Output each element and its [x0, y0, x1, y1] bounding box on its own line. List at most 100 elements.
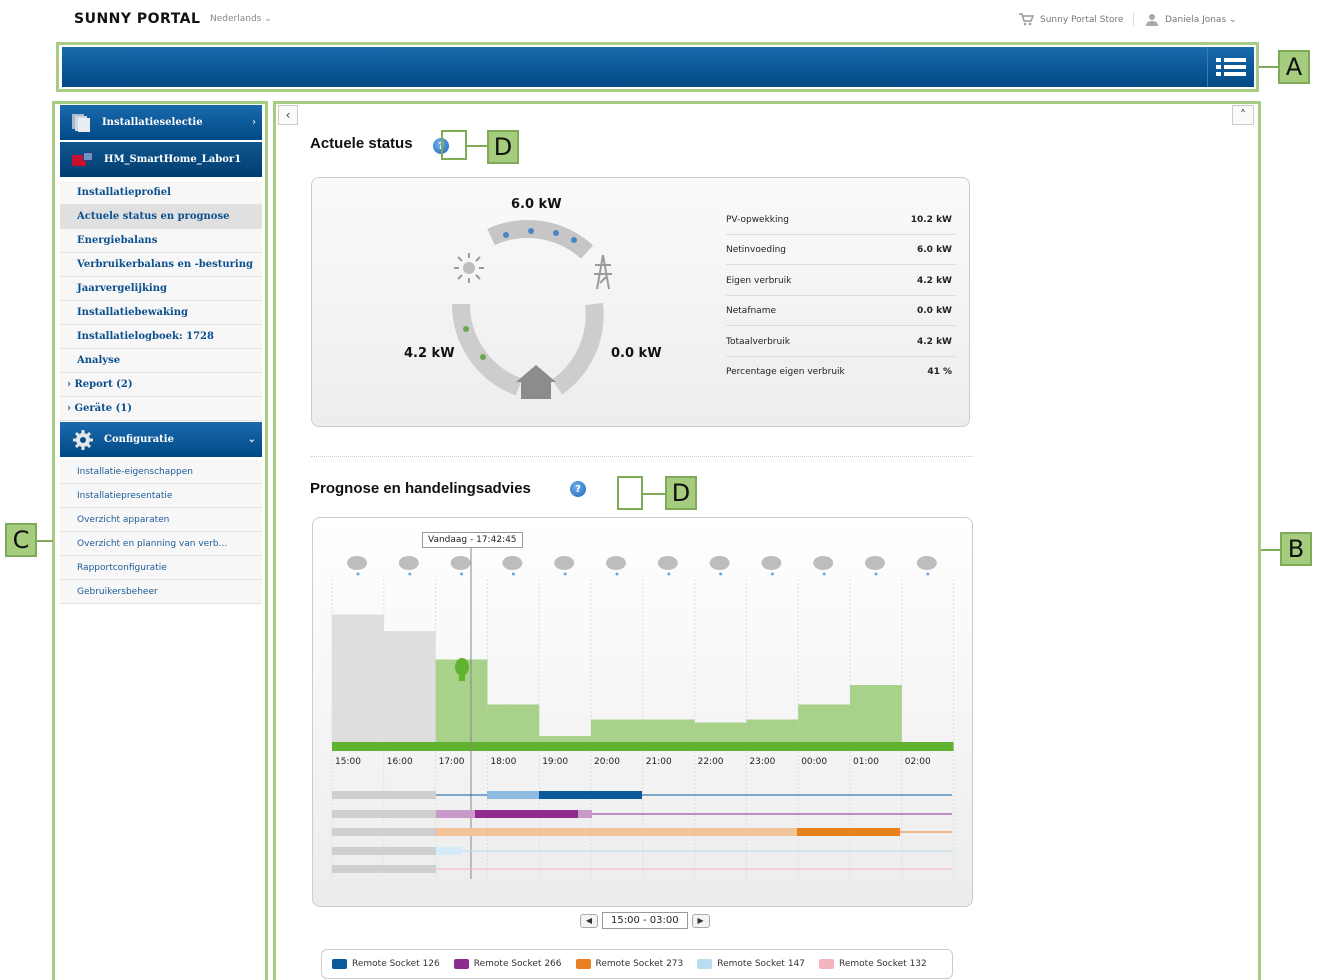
- cfg-installation-properties[interactable]: Installatie-eigenschappen: [60, 460, 262, 484]
- time-tick-label: 22:00: [698, 757, 724, 767]
- nav-devices[interactable]: › Geräte (1): [60, 397, 262, 421]
- legend-item: Remote Socket 273: [575, 959, 684, 969]
- forecast-chart: 15:00 16:00 17:00 18:00 19:00 20:00 21:00 22:00…: [331, 547, 955, 879]
- scroll-up-button[interactable]: ˄: [1232, 105, 1254, 125]
- previous-range-button[interactable]: ◀: [580, 913, 598, 928]
- menu-button[interactable]: [1207, 47, 1254, 87]
- rain-drop: [615, 572, 619, 576]
- forecast-bar: [383, 631, 436, 742]
- nav-consumer-balance[interactable]: Verbruikerbalans en -besturing: [60, 253, 262, 277]
- status-row: Percentage eigen verbruik 41 %: [726, 357, 956, 387]
- connector: [1261, 549, 1281, 551]
- device-run-bar: [797, 828, 900, 836]
- cfg-device-overview[interactable]: Overzicht apparaten: [60, 508, 262, 532]
- status-value: 41 %: [927, 367, 952, 377]
- legend-label: Remote Socket 132: [839, 959, 927, 969]
- cfg-installation-presentation[interactable]: Installatiepresentatie: [60, 484, 262, 508]
- store-label: Sunny Portal Store: [1040, 14, 1124, 25]
- nav-current-status[interactable]: Actuele status en prognose: [60, 205, 262, 229]
- rain-drop: [770, 572, 774, 576]
- store-link[interactable]: Sunny Portal Store: [1018, 13, 1124, 26]
- gear-icon: [73, 429, 93, 450]
- lightbulb-icon: [455, 658, 469, 676]
- nav-logbook[interactable]: Installatielogboek: 1728: [60, 325, 262, 349]
- user-name: Daniela Jonas ⌄: [1165, 14, 1237, 25]
- installation-select-header[interactable]: Installatieselectie ›: [60, 105, 262, 140]
- status-value: 10.2 kW: [910, 214, 952, 225]
- cloud-icon: [865, 556, 885, 570]
- time-tick-label: 02:00: [905, 757, 931, 767]
- chevron-down-icon: ⌄: [247, 434, 256, 445]
- status-label: PV-opwekking: [726, 214, 789, 225]
- lightbulb-base: [459, 675, 465, 681]
- legend-item: Remote Socket 266: [453, 959, 562, 969]
- rain-drop: [874, 572, 878, 576]
- language-select[interactable]: Nederlands ⌄: [210, 14, 272, 24]
- cfg-report-configuration[interactable]: Rapportconfiguratie: [60, 556, 262, 580]
- collapse-sidebar-button[interactable]: ‹: [278, 105, 298, 125]
- cfg-consumer-planning[interactable]: Overzicht en planning van verb...: [60, 532, 262, 556]
- legend-swatch: [819, 959, 834, 969]
- nav-report[interactable]: › Report (2): [60, 373, 262, 397]
- time-tick-label: 01:00: [853, 757, 879, 767]
- device-run-bar: [578, 810, 592, 818]
- status-label: Eigen verbruik: [726, 275, 792, 286]
- legend-item: Remote Socket 147: [697, 959, 805, 969]
- connector: [467, 145, 487, 147]
- nav-monitoring[interactable]: Installatiebewaking: [60, 301, 262, 325]
- cfg-user-management[interactable]: Gebruikersbeheer: [60, 580, 262, 604]
- label-b: B: [1280, 532, 1312, 566]
- forecast-bar: [798, 704, 850, 742]
- cloud-icon: [398, 556, 419, 570]
- next-range-button[interactable]: ▶: [691, 913, 710, 928]
- rain-drop: [460, 572, 464, 576]
- legend-swatch: [697, 959, 713, 969]
- time-tick-label: 19:00: [542, 757, 568, 767]
- device-run-bar: [436, 847, 462, 855]
- user-icon: [1146, 14, 1158, 26]
- time-tick-label: 16:00: [387, 757, 413, 767]
- nav-analysis[interactable]: Analyse: [60, 349, 262, 373]
- configuration-label: Configuratie: [104, 434, 174, 445]
- installation-select-label: Installatieselectie: [102, 117, 203, 128]
- nav-annual-comparison[interactable]: Jaarvergelijking: [60, 277, 262, 301]
- forecast-bar: [487, 704, 540, 742]
- connector: [36, 540, 53, 542]
- logo[interactable]: SUNNY PORTAL: [74, 11, 200, 27]
- legend-label: Remote Socket 273: [595, 959, 684, 969]
- grid-feed-power: 6.0 kW: [511, 197, 562, 212]
- forecast-title: Prognose en handelingsadvies: [310, 480, 531, 497]
- device-run-bar: [475, 810, 578, 818]
- time-tick-label: 20:00: [594, 757, 620, 767]
- nav-energy-balance[interactable]: Energiebalans: [60, 229, 262, 253]
- status-value: 4.2 kW: [917, 275, 952, 286]
- plant-header[interactable]: HM_SmartHome_Labor1: [60, 142, 262, 177]
- time-tick-label: 00:00: [801, 757, 827, 767]
- status-label: Percentage eigen verbruik: [726, 367, 845, 377]
- forecast-bar: [539, 736, 591, 742]
- legend-swatch: [453, 959, 469, 969]
- time-range-pager: ◀ 15:00 - 03:00 ▶: [580, 912, 710, 929]
- configuration-header[interactable]: Configuratie ⌄: [60, 422, 262, 457]
- legend-swatch: [575, 959, 591, 969]
- user-menu[interactable]: Daniela Jonas ⌄: [1145, 13, 1237, 26]
- forecast-bar: [694, 722, 747, 742]
- cloud-icon: [502, 556, 523, 570]
- help-icon[interactable]: ?: [570, 481, 586, 497]
- nav-installation-profile[interactable]: Installatieprofiel: [60, 181, 262, 205]
- annotation-frame-d: [617, 476, 643, 510]
- label-d: D: [487, 130, 519, 164]
- status-label: Totaalverbruik: [726, 336, 790, 347]
- legend-label: Remote Socket 147: [717, 959, 805, 969]
- divider: [1133, 12, 1134, 26]
- device-past-bar: [332, 828, 436, 836]
- baseline-bar: [332, 742, 954, 751]
- time-tick-label: 18:00: [490, 757, 516, 767]
- device-run-bar: [539, 791, 642, 799]
- rain-drop: [667, 572, 671, 576]
- connector: [643, 493, 665, 495]
- forecast-bar: [746, 719, 799, 742]
- chevron-right-icon: ›: [252, 117, 256, 128]
- rain-drop: [822, 572, 826, 576]
- rain-drop: [719, 572, 723, 576]
